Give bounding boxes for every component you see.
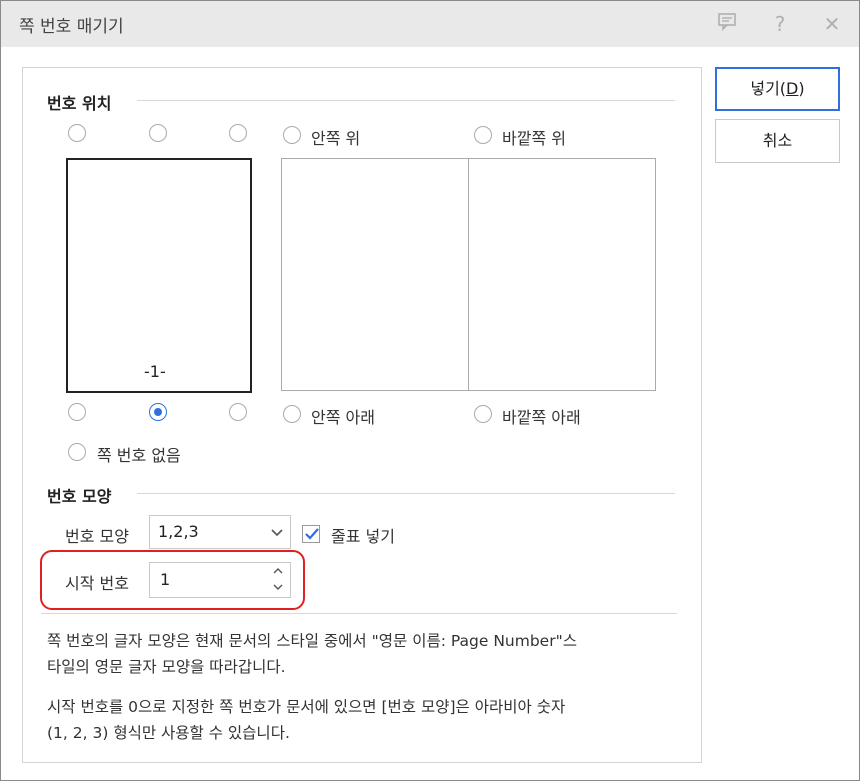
radio-inside-top[interactable] <box>283 126 301 144</box>
number-format-value: 1,2,3 <box>158 522 199 541</box>
dash-checkbox[interactable] <box>302 525 320 543</box>
preview-page-number: -1- <box>144 362 166 381</box>
radio-bottom-center[interactable] <box>149 403 167 421</box>
outside-page-preview <box>468 158 656 391</box>
radio-inside-bottom[interactable] <box>283 405 301 423</box>
radio-top-left[interactable] <box>68 124 86 142</box>
note-line-4: (1, 2, 3) 형식만 사용할 수 있습니다. <box>47 724 290 742</box>
radio-bottom-right[interactable] <box>229 403 247 421</box>
chevron-down-icon <box>270 520 284 548</box>
page-number-dialog: 쪽 번호 매기기 ? ✕ 번호 위치 안쪽 위 바깥쪽 위 -1- 안쪽 아래 … <box>0 0 860 781</box>
outside-bottom-label: 바깥쪽 아래 <box>502 408 581 427</box>
format-group-label: 번호 모양 <box>47 487 112 506</box>
help-icon[interactable]: ? <box>767 11 793 37</box>
comment-icon[interactable] <box>714 11 740 37</box>
single-page-preview <box>66 158 252 393</box>
window-title: 쪽 번호 매기기 <box>19 17 124 37</box>
note-line-2: 타일의 영문 글자 모양을 따라갑니다. <box>47 658 286 676</box>
radio-top-right[interactable] <box>229 124 247 142</box>
inside-bottom-label: 안쪽 아래 <box>311 408 375 427</box>
no-number-label: 쪽 번호 없음 <box>97 446 181 465</box>
cancel-button[interactable]: 취소 <box>715 119 840 163</box>
dash-label: 줄표 넣기 <box>331 527 395 546</box>
position-group-divider <box>137 100 675 101</box>
radio-bottom-left[interactable] <box>68 403 86 421</box>
start-number-highlight <box>40 550 305 610</box>
close-icon[interactable]: ✕ <box>819 11 845 37</box>
inside-page-preview <box>281 158 469 391</box>
notes-separator <box>41 613 677 614</box>
note-line-3: 시작 번호를 0으로 지정한 쪽 번호가 문서에 있으면 [번호 모양]은 아라… <box>47 698 566 716</box>
note-line-1: 쪽 번호의 글자 모양은 현재 문서의 스타일 중에서 "영문 이름: Page… <box>47 632 577 650</box>
number-format-select[interactable]: 1,2,3 <box>149 515 291 549</box>
insert-button[interactable]: 넣기(D) <box>715 67 840 111</box>
format-field-label: 번호 모양 <box>65 527 129 546</box>
format-group-divider <box>137 493 675 494</box>
position-group-label: 번호 위치 <box>47 94 112 113</box>
radio-outside-bottom[interactable] <box>474 405 492 423</box>
outside-top-label: 바깥쪽 위 <box>502 129 566 148</box>
radio-no-number[interactable] <box>68 443 86 461</box>
inside-top-label: 안쪽 위 <box>311 129 361 148</box>
radio-outside-top[interactable] <box>474 126 492 144</box>
radio-top-center[interactable] <box>149 124 167 142</box>
title-bar: 쪽 번호 매기기 ? ✕ <box>1 1 859 47</box>
